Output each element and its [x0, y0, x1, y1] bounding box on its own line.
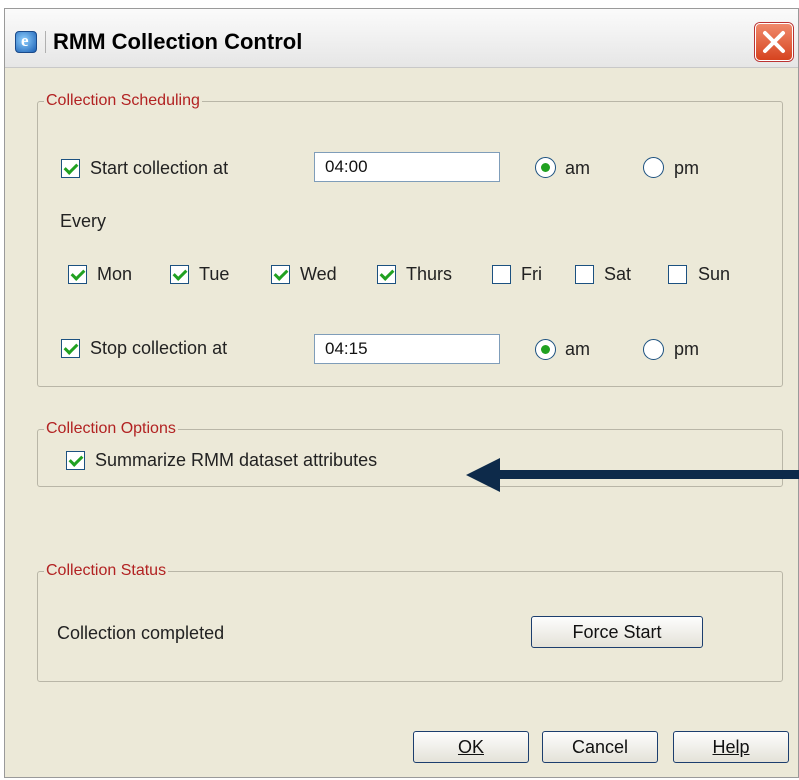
summarize-attributes-checkbox[interactable] [66, 451, 85, 470]
title-bar: RMM Collection Control [5, 9, 798, 68]
day-mon-checkbox[interactable] [68, 265, 87, 284]
annotation-arrow-icon [466, 458, 799, 492]
ok-button-label: OK [457, 737, 484, 757]
stop-collection-label: Stop collection at [90, 338, 228, 358]
start-time-input[interactable]: 04:00 [314, 152, 500, 182]
start-collection-label: Start collection at [90, 158, 229, 178]
collection-status-group: Collection Status Collection completed F… [37, 561, 783, 682]
day-sun-label: Sun [698, 264, 731, 284]
collection-status-label: Collection Status [44, 561, 169, 581]
collection-scheduling-label: Collection Scheduling [44, 91, 202, 111]
ok-button[interactable]: OK [413, 731, 529, 763]
help-button-label: Help [712, 737, 750, 757]
rmm-collection-control-dialog: RMM Collection Control Collection Schedu… [4, 8, 799, 778]
stop-pm-radio[interactable] [643, 339, 664, 360]
day-thurs-label: Thurs [406, 264, 453, 284]
force-start-button[interactable]: Force Start [531, 616, 703, 648]
stop-pm-label: pm [674, 339, 700, 359]
day-mon-label: Mon [97, 264, 133, 284]
stop-collection-checkbox[interactable] [61, 339, 80, 358]
close-icon [763, 31, 785, 53]
every-label: Every [60, 211, 107, 231]
day-fri-label: Fri [521, 264, 542, 284]
summarize-attributes-label: Summarize RMM dataset attributes [95, 450, 378, 470]
collection-status-text: Collection completed [57, 623, 225, 643]
day-tue-checkbox[interactable] [170, 265, 189, 284]
start-am-radio[interactable] [535, 157, 556, 178]
internet-explorer-icon [15, 31, 37, 53]
start-pm-label: pm [674, 158, 700, 178]
start-collection-checkbox[interactable] [61, 159, 80, 178]
stop-am-radio[interactable] [535, 339, 556, 360]
collection-scheduling-group: Collection Scheduling Start collection a… [37, 91, 783, 387]
help-button[interactable]: Help [673, 731, 789, 763]
day-sat-checkbox[interactable] [575, 265, 594, 284]
window-title: RMM Collection Control [53, 29, 303, 54]
cancel-button[interactable]: Cancel [542, 731, 658, 763]
start-pm-radio[interactable] [643, 157, 664, 178]
day-wed-label: Wed [300, 264, 337, 284]
collection-options-label: Collection Options [44, 419, 178, 439]
day-sun-checkbox[interactable] [668, 265, 687, 284]
day-fri-checkbox[interactable] [492, 265, 511, 284]
stop-am-label: am [565, 339, 591, 359]
close-button[interactable] [755, 23, 793, 61]
day-tue-label: Tue [199, 264, 230, 284]
start-am-label: am [565, 158, 591, 178]
day-thurs-checkbox[interactable] [377, 265, 396, 284]
day-sat-label: Sat [604, 264, 632, 284]
day-wed-checkbox[interactable] [271, 265, 290, 284]
stop-time-input[interactable]: 04:15 [314, 334, 500, 364]
title-separator [45, 31, 46, 53]
